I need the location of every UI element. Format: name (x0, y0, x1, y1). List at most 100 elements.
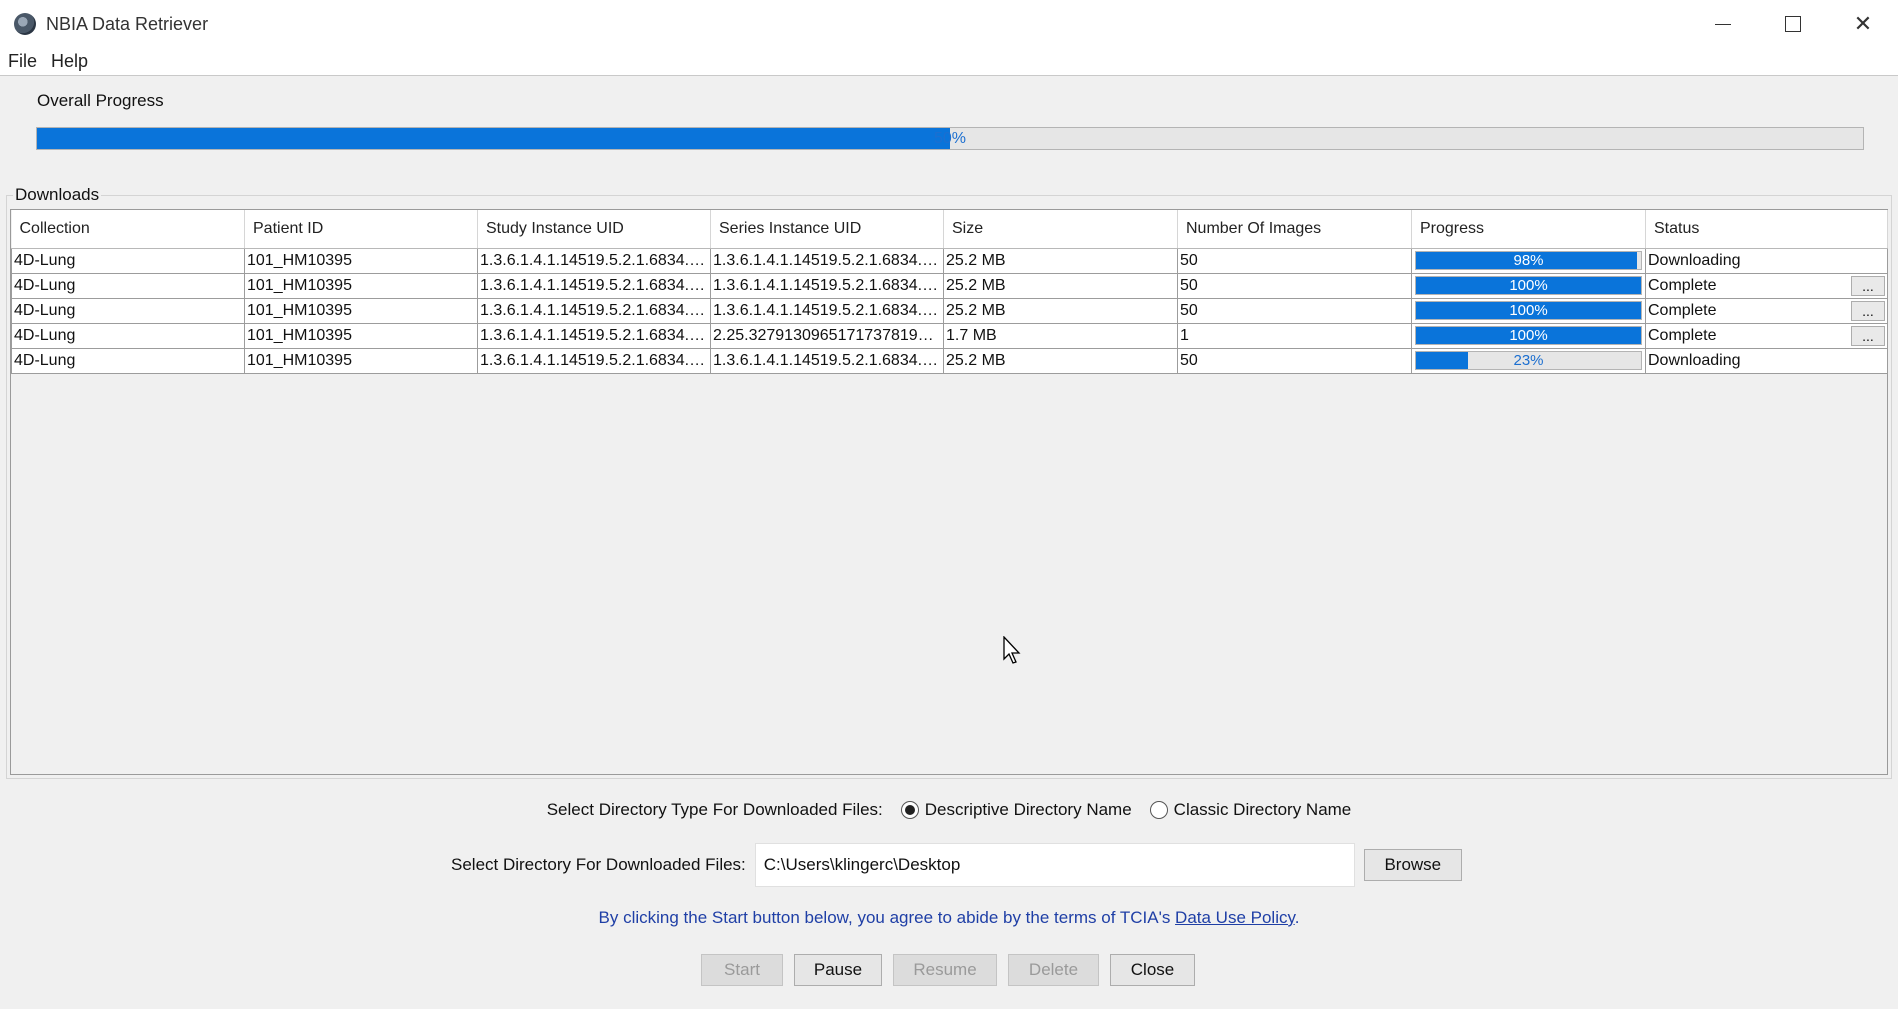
column-header-collection[interactable]: Collection (11, 210, 245, 249)
cell-number-of-images: 50 (1177, 297, 1412, 324)
classic-directory-radio[interactable] (1149, 801, 1168, 819)
row-options-button[interactable]: ... (1851, 300, 1885, 321)
column-header-size[interactable]: Size (943, 210, 1178, 249)
app-logo-icon (14, 13, 36, 35)
minimize-icon (1715, 23, 1731, 25)
cell-study-uid: 1.3.6.1.4.1.14519.5.2.1.6834.5010.1894..… (477, 347, 711, 374)
status-text: Complete (1648, 276, 1717, 294)
status-text: Downloading (1648, 251, 1741, 269)
table-row[interactable]: 4D-Lung 101_HM10395 1.3.6.1.4.1.14519.5.2.… (11, 322, 1888, 349)
row-progress-bar: 23% (1415, 351, 1642, 370)
start-button[interactable]: Start (701, 954, 783, 986)
cell-study-uid: 1.3.6.1.4.1.14519.5.2.1.6834.5010.1894..… (477, 322, 711, 349)
downloads-label: Downloads (13, 185, 102, 205)
policy-suffix: . (1294, 908, 1300, 927)
directory-type-row: Select Directory Type For Downloaded Fil… (0, 798, 1898, 822)
cell-series-uid: 1.3.6.1.4.1.14519.5.2.1.6834.5010.1523..… (710, 272, 944, 299)
directory-row: Select Directory For Downloaded Files: C… (451, 843, 1462, 887)
close-icon: ✕ (1853, 11, 1873, 36)
cell-series-uid: 1.3.6.1.4.1.14519.5.2.1.6834.5010.9087..… (710, 347, 944, 374)
cell-status: Complete... (1645, 297, 1888, 324)
row-progress-text: 100% (1509, 327, 1548, 344)
downloads-table: Collection Patient ID Study Instance UID… (11, 210, 1888, 374)
maximize-button[interactable] (1758, 0, 1828, 48)
overall-progress-text: 50% (933, 129, 967, 147)
cell-number-of-images: 50 (1177, 347, 1412, 374)
menu-file[interactable]: File (8, 51, 37, 72)
directory-input[interactable]: C:\Users\klingerc\Desktop (754, 843, 1355, 887)
cell-number-of-images: 50 (1177, 247, 1412, 274)
table-row[interactable]: 4D-Lung 101_HM10395 1.3.6.1.4.1.14519.5.2.… (11, 297, 1888, 324)
descriptive-directory-label[interactable]: Descriptive Directory Name (925, 800, 1132, 820)
row-options-button[interactable]: ... (1851, 325, 1885, 346)
cell-size: 25.2 MB (943, 272, 1178, 299)
cell-series-uid: 1.3.6.1.4.1.14519.5.2.1.6834.5010.2281..… (710, 297, 944, 324)
cell-collection: 4D-Lung (11, 297, 245, 324)
cell-size: 1.7 MB (943, 322, 1178, 349)
column-header-status[interactable]: Status (1645, 210, 1888, 249)
row-progress-text: 100% (1509, 302, 1548, 319)
descriptive-directory-radio[interactable] (900, 801, 919, 819)
cell-progress: 98% (1411, 247, 1646, 274)
cell-status: Downloading (1645, 347, 1888, 374)
column-header-progress[interactable]: Progress (1411, 210, 1646, 249)
row-progress-bar: 98% (1415, 251, 1642, 270)
cell-collection: 4D-Lung (11, 272, 245, 299)
cell-collection: 4D-Lung (11, 247, 245, 274)
row-progress-text: 23% (1513, 352, 1544, 369)
row-progress-bar: 100% (1415, 276, 1642, 295)
status-text: Downloading (1648, 351, 1741, 369)
mouse-cursor-icon (1003, 636, 1021, 664)
column-header-study-uid[interactable]: Study Instance UID (477, 210, 711, 249)
overall-progress-label: Overall Progress (37, 91, 164, 110)
row-options-button[interactable]: ... (1851, 275, 1885, 296)
cell-patient-id: 101_HM10395 (244, 347, 478, 374)
column-header-series-uid[interactable]: Series Instance UID (710, 210, 944, 249)
close-button[interactable]: Close (1110, 954, 1195, 986)
cell-status: Complete... (1645, 322, 1888, 349)
table-header-row: Collection Patient ID Study Instance UID… (11, 210, 1888, 249)
window-title: NBIA Data Retriever (46, 13, 209, 34)
cell-study-uid: 1.3.6.1.4.1.14519.5.2.1.6834.5010.1894..… (477, 247, 711, 274)
cell-status: Complete... (1645, 272, 1888, 299)
menu-help[interactable]: Help (51, 51, 88, 72)
directory-type-label: Select Directory Type For Downloaded Fil… (546, 800, 883, 819)
table-row[interactable]: 4D-Lung 101_HM10395 1.3.6.1.4.1.14519.5.2.… (11, 272, 1888, 299)
cell-patient-id: 101_HM10395 (244, 272, 478, 299)
classic-directory-label[interactable]: Classic Directory Name (1174, 800, 1352, 820)
cell-study-uid: 1.3.6.1.4.1.14519.5.2.1.6834.5010.1894..… (477, 297, 711, 324)
cell-size: 25.2 MB (943, 297, 1178, 324)
cell-progress: 23% (1411, 347, 1646, 374)
status-text: Complete (1648, 326, 1717, 344)
cell-series-uid: 2.25.327913096517173781941... (710, 322, 944, 349)
close-window-button[interactable]: ✕ (1828, 0, 1898, 48)
title-bar: NBIA Data Retriever ✕ (0, 0, 1898, 48)
row-progress-bar: 100% (1415, 326, 1642, 345)
cell-series-uid: 1.3.6.1.4.1.14519.5.2.1.6834.5010.3234..… (710, 247, 944, 274)
maximize-icon (1785, 16, 1801, 32)
cell-patient-id: 101_HM10395 (244, 247, 478, 274)
row-progress-bar: 100% (1415, 301, 1642, 320)
directory-label: Select Directory For Downloaded Files: (451, 855, 746, 874)
downloads-table-area: Collection Patient ID Study Instance UID… (10, 209, 1888, 775)
table-row[interactable]: 4D-Lung 101_HM10395 1.3.6.1.4.1.14519.5.2.… (11, 347, 1888, 374)
policy-notice: By clicking the Start button below, you … (0, 908, 1898, 928)
cell-progress: 100% (1411, 272, 1646, 299)
cell-patient-id: 101_HM10395 (244, 322, 478, 349)
cell-number-of-images: 1 (1177, 322, 1412, 349)
column-header-patient-id[interactable]: Patient ID (244, 210, 478, 249)
cell-progress: 100% (1411, 297, 1646, 324)
cell-status: Downloading (1645, 247, 1888, 274)
cell-collection: 4D-Lung (11, 322, 245, 349)
cell-collection: 4D-Lung (11, 347, 245, 374)
data-use-policy-link[interactable]: Data Use Policy (1175, 908, 1295, 927)
browse-button[interactable]: Browse (1363, 849, 1462, 881)
column-header-number-of-images[interactable]: Number Of Images (1177, 210, 1412, 249)
menu-bar: File Help (0, 48, 1898, 76)
minimize-button[interactable] (1688, 0, 1758, 48)
resume-button[interactable]: Resume (893, 954, 997, 986)
window-controls: ✕ (1688, 0, 1898, 48)
table-row[interactable]: 4D-Lung 101_HM10395 1.3.6.1.4.1.14519.5.2.… (11, 247, 1888, 274)
delete-button[interactable]: Delete (1008, 954, 1099, 986)
pause-button[interactable]: Pause (794, 954, 882, 986)
